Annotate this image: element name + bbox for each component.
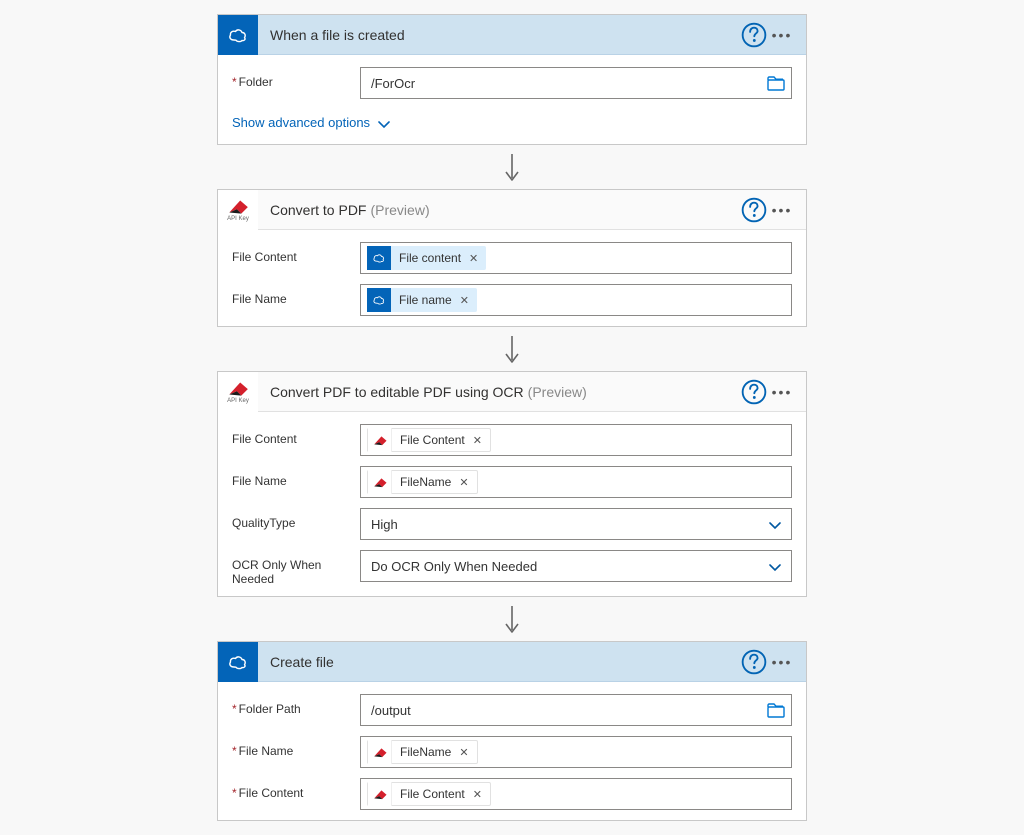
chevron-down-icon	[769, 560, 781, 572]
dynamic-content-token[interactable]: File Content ✕	[367, 782, 491, 806]
folder-input[interactable]: /ForOcr	[360, 67, 792, 99]
step-header[interactable]: API Key Convert PDF to editable PDF usin…	[218, 372, 806, 412]
token-label: FileName	[392, 745, 457, 759]
apikey-icon	[368, 782, 392, 806]
field-row: QualityType High	[232, 508, 792, 540]
field-label: *File Name	[232, 736, 360, 758]
step-body: *Folder Path /output *File Name FileName…	[218, 682, 806, 820]
step-title: Convert to PDF	[270, 202, 366, 218]
dynamic-content-token[interactable]: FileName ✕	[367, 740, 478, 764]
apikey-icon: API Key	[218, 190, 258, 230]
ellipsis-icon: •••	[772, 654, 793, 670]
ellipsis-icon: •••	[772, 202, 793, 218]
more-menu-button[interactable]: •••	[768, 196, 796, 224]
token-label: File content	[391, 251, 467, 265]
field-row: File Name FileName ✕	[232, 466, 792, 498]
token-input[interactable]: File Content ✕	[360, 778, 792, 810]
flow-step-card: API Key Convert to PDF (Preview) ••• Fil…	[217, 189, 807, 327]
field-row: File Name File name ✕	[232, 284, 792, 316]
step-title: When a file is created	[270, 27, 405, 43]
chevron-down-icon	[378, 117, 390, 129]
token-label: FileName	[392, 475, 457, 489]
step-body: *Folder /ForOcr Show advanced options	[218, 55, 806, 144]
onedrive-icon	[367, 246, 391, 270]
flow-step-card: API Key Convert PDF to editable PDF usin…	[217, 371, 807, 597]
select-input[interactable]: High	[360, 508, 792, 540]
flow-step-card: When a file is created ••• *Folder /ForO…	[217, 14, 807, 145]
field-label: *File Content	[232, 778, 360, 800]
field-label: File Content	[232, 242, 360, 264]
onedrive-icon	[367, 288, 391, 312]
dynamic-content-token[interactable]: FileName ✕	[367, 470, 478, 494]
more-menu-button[interactable]: •••	[768, 378, 796, 406]
step-title-suffix: (Preview)	[528, 384, 587, 400]
apikey-icon: API Key	[218, 372, 258, 412]
token-input[interactable]: FileName ✕	[360, 466, 792, 498]
folder-picker-icon[interactable]	[767, 703, 785, 717]
field-row: *File Name FileName ✕	[232, 736, 792, 768]
step-header[interactable]: API Key Convert to PDF (Preview) •••	[218, 190, 806, 230]
step-title: Create file	[270, 654, 334, 670]
onedrive-icon	[218, 642, 258, 682]
remove-token-icon[interactable]: ✕	[458, 294, 477, 307]
step-header[interactable]: Create file •••	[218, 642, 806, 682]
field-label: QualityType	[232, 508, 360, 530]
token-input[interactable]: FileName ✕	[360, 736, 792, 768]
token-input[interactable]: File name ✕	[360, 284, 792, 316]
help-icon[interactable]	[740, 378, 768, 406]
token-label: File Content	[392, 433, 471, 447]
field-label: File Content	[232, 424, 360, 446]
apikey-icon	[368, 428, 392, 452]
field-row: File Content File Content ✕	[232, 424, 792, 456]
token-label: File Content	[392, 787, 471, 801]
help-icon[interactable]	[740, 648, 768, 676]
step-header[interactable]: When a file is created •••	[218, 15, 806, 55]
more-menu-button[interactable]: •••	[768, 21, 796, 49]
field-row: *Folder /ForOcr	[232, 67, 792, 99]
step-title-suffix: (Preview)	[370, 202, 429, 218]
chevron-down-icon	[769, 518, 781, 530]
onedrive-icon	[218, 15, 258, 55]
field-label: File Name	[232, 466, 360, 488]
flow-arrow	[503, 597, 521, 641]
ellipsis-icon: •••	[772, 384, 793, 400]
field-label: OCR Only When Needed	[232, 550, 360, 586]
dynamic-content-token[interactable]: File Content ✕	[367, 428, 491, 452]
apikey-icon	[368, 740, 392, 764]
remove-token-icon[interactable]: ✕	[471, 434, 490, 447]
help-icon[interactable]	[740, 21, 768, 49]
field-row: *Folder Path /output	[232, 694, 792, 726]
remove-token-icon[interactable]: ✕	[457, 476, 476, 489]
step-body: File Content File Content ✕ File Name Fi…	[218, 412, 806, 596]
field-row: *File Content File Content ✕	[232, 778, 792, 810]
ellipsis-icon: •••	[772, 27, 793, 43]
remove-token-icon[interactable]: ✕	[467, 252, 486, 265]
field-label: *Folder	[232, 67, 360, 89]
field-label: File Name	[232, 284, 360, 306]
remove-token-icon[interactable]: ✕	[471, 788, 490, 801]
dynamic-content-token[interactable]: File name ✕	[367, 288, 477, 312]
field-row: File Content File content ✕	[232, 242, 792, 274]
select-input[interactable]: Do OCR Only When Needed	[360, 550, 792, 582]
field-label: *Folder Path	[232, 694, 360, 716]
folder-picker-icon[interactable]	[767, 76, 785, 90]
apikey-icon	[368, 470, 392, 494]
flow-arrow	[503, 327, 521, 371]
flow-step-card: Create file ••• *Folder Path /output *Fi…	[217, 641, 807, 821]
token-label: File name	[391, 293, 458, 307]
more-menu-button[interactable]: •••	[768, 648, 796, 676]
flow-arrow	[503, 145, 521, 189]
dynamic-content-token[interactable]: File content ✕	[367, 246, 486, 270]
help-icon[interactable]	[740, 196, 768, 224]
step-title: Convert PDF to editable PDF using OCR	[270, 384, 524, 400]
show-advanced-options[interactable]: Show advanced options	[232, 115, 390, 130]
folder-input[interactable]: /output	[360, 694, 792, 726]
token-input[interactable]: File Content ✕	[360, 424, 792, 456]
field-row: OCR Only When Needed Do OCR Only When Ne…	[232, 550, 792, 586]
token-input[interactable]: File content ✕	[360, 242, 792, 274]
remove-token-icon[interactable]: ✕	[457, 746, 476, 759]
step-body: File Content File content ✕ File Name Fi…	[218, 230, 806, 326]
